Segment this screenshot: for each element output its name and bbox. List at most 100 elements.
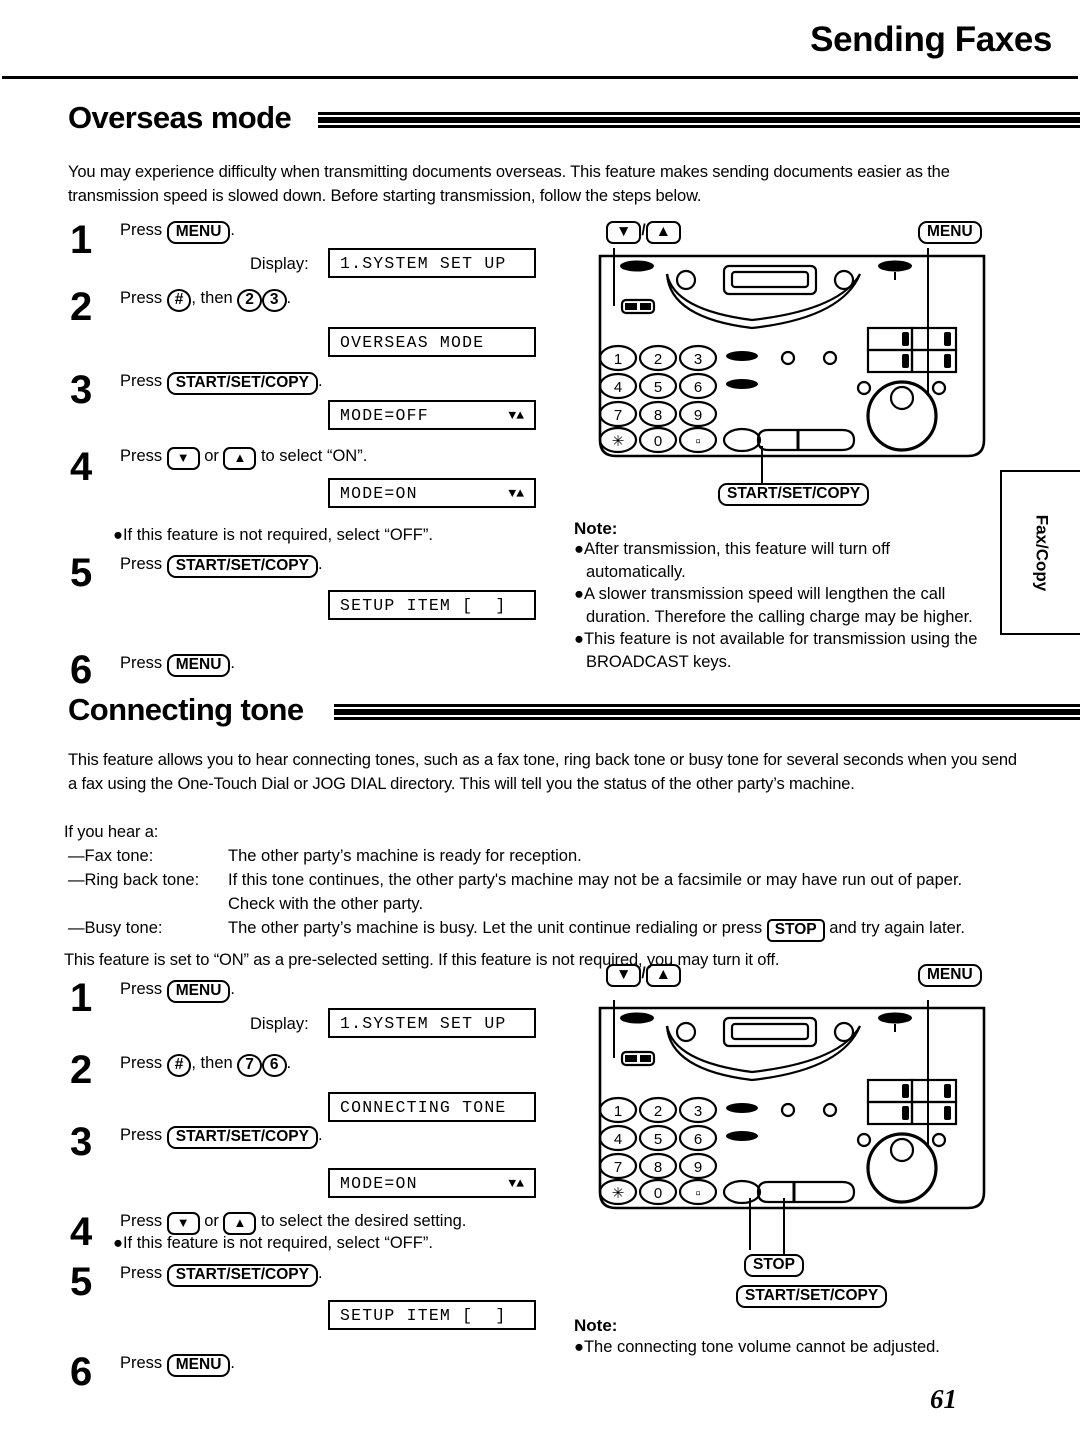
tone-label-fax: —Fax tone: <box>68 847 154 865</box>
step-text-3-connecting: Press START/SET/COPY. <box>120 1124 323 1149</box>
fax-machine-diagram-1: 1 2 3 4 5 6 7 8 9 ✳ 0 ▫ <box>598 248 986 484</box>
lcd-text-overseas-4: MODE=ON <box>340 483 418 503</box>
tone-desc-busy-a: The other party’s machine is busy. Let t… <box>228 919 767 937</box>
side-tab-fax-copy: Fax/Copy <box>1000 470 1080 635</box>
lcd-text-overseas-1: 1.SYSTEM SET UP <box>340 253 507 273</box>
start-set-copy-key-inline-5[interactable]: START/SET/COPY <box>166 555 318 578</box>
up-arrow-key-callout-1[interactable]: ▲ <box>645 221 681 244</box>
svg-text:5: 5 <box>654 1131 662 1148</box>
start-set-copy-key-inline-c5[interactable]: START/SET/COPY <box>166 1264 318 1287</box>
lcd-text-overseas-5: SETUP ITEM [ ] <box>340 595 507 615</box>
fax-machine-diagram-2: 1 2 3 4 5 6 7 8 9 ✳ 0 ▫ <box>598 1000 986 1255</box>
svg-text:9: 9 <box>694 1159 702 1176</box>
c-step-4-press-label: Press <box>120 1212 167 1230</box>
menu-key-inline-c6[interactable]: MENU <box>166 1354 231 1377</box>
tone-desc-ringback: If this tone continues, the other party'… <box>228 871 963 913</box>
step-2-press-label: Press <box>120 289 167 307</box>
svg-text:▫: ▫ <box>695 433 700 450</box>
tone-row-fax: —Fax tone: The other party’s machine is r… <box>68 844 1028 868</box>
lcd-display-overseas-3: MODE=OFF ▼▲ <box>328 400 536 430</box>
display-label-connecting: Display: <box>250 1015 309 1033</box>
lcd-arrows-overseas-4: ▼▲ <box>508 485 524 501</box>
lcd-text-connecting-3: MODE=ON <box>340 1173 418 1193</box>
lcd-arrows-connecting-3: ▼▲ <box>508 1175 524 1191</box>
down-arrow-key-inline-4[interactable]: ▼ <box>166 447 200 470</box>
c-step-5-press-label: Press <box>120 1264 167 1282</box>
up-arrow-key-inline-4[interactable]: ▲ <box>223 447 257 470</box>
page-number: 61 <box>930 1384 957 1414</box>
note-item-connecting-1: ●The connecting tone volume cannot be ad… <box>574 1338 940 1356</box>
connecting-off-bullet: ●If this feature is not required, select… <box>113 1234 433 1252</box>
step-5-period: . <box>317 555 323 573</box>
digit-key-7[interactable]: 7 <box>237 1054 262 1077</box>
svg-text:1: 1 <box>614 1103 622 1120</box>
note-list-connecting: ●The connecting tone volume cannot be ad… <box>574 1336 974 1359</box>
svg-text:8: 8 <box>654 1159 662 1176</box>
c-step-6-press-label: Press <box>120 1354 167 1372</box>
digit-key-2[interactable]: 2 <box>237 289 262 312</box>
lcd-arrows-overseas-3: ▼▲ <box>508 407 524 423</box>
start-set-copy-key-inline-3[interactable]: START/SET/COPY <box>166 372 318 395</box>
up-arrow-key-callout-2[interactable]: ▲ <box>645 964 681 987</box>
c-step-1-period: . <box>230 980 235 998</box>
lcd-text-connecting-1: 1.SYSTEM SET UP <box>340 1013 507 1033</box>
step-number-3-overseas: 3 <box>70 368 93 412</box>
step-number-6-connecting: 6 <box>70 1350 93 1394</box>
svg-text:0: 0 <box>654 1185 662 1202</box>
tone-row-busy: —Busy tone: The other party’s machine is … <box>68 916 1028 942</box>
c-step-1-press-label: Press <box>120 980 167 998</box>
down-arrow-key-callout-1[interactable]: ▼ <box>606 221 642 244</box>
lcd-display-overseas-1: 1.SYSTEM SET UP <box>328 248 536 278</box>
svg-text:0: 0 <box>654 433 662 450</box>
stop-key-inline[interactable]: STOP <box>766 919 825 942</box>
step-4-or-label: or <box>199 447 224 465</box>
note-title-connecting: Note: <box>574 1316 618 1335</box>
start-set-copy-key-callout-2[interactable]: START/SET/COPY <box>736 1285 888 1308</box>
hash-key-inline[interactable]: # <box>166 289 192 312</box>
section-title-overseas: Overseas mode <box>68 100 292 135</box>
lcd-text-overseas-3: MODE=OFF <box>340 405 429 425</box>
tone-row-ringback: —Ring back tone: If this tone continues, … <box>68 868 1028 916</box>
step-6-press-label: Press <box>120 654 167 672</box>
menu-key-callout-1[interactable]: MENU <box>918 221 982 244</box>
svg-text:6: 6 <box>694 1131 702 1148</box>
note-item-overseas-1: ●After transmission, this feature will t… <box>574 540 890 581</box>
step-1-period: . <box>230 221 235 239</box>
fax-keypad-1: 1 2 3 4 5 6 7 8 9 ✳ 0 ▫ <box>598 344 718 454</box>
lcd-display-overseas-5: SETUP ITEM [ ] <box>328 590 536 620</box>
stop-key-callout[interactable]: STOP <box>744 1254 804 1277</box>
menu-key-inline-c1[interactable]: MENU <box>166 980 231 1003</box>
menu-key-inline-1[interactable]: MENU <box>166 221 231 244</box>
digit-key-3[interactable]: 3 <box>261 289 287 312</box>
step-4-press-label: Press <box>120 447 167 465</box>
callout-menu-1: MENU <box>918 220 982 244</box>
step-number-6-overseas: 6 <box>70 648 93 692</box>
lcd-display-overseas-4: MODE=ON ▼▲ <box>328 478 536 508</box>
start-set-copy-key-inline-c3[interactable]: START/SET/COPY <box>166 1126 318 1149</box>
page-title: Sending Faxes <box>810 20 1052 59</box>
svg-text:9: 9 <box>694 407 702 424</box>
step-text-5-overseas: Press START/SET/COPY. <box>120 553 323 578</box>
svg-text:4: 4 <box>614 1131 622 1148</box>
display-label-overseas: Display: <box>250 255 309 273</box>
heading-rule-connecting <box>334 704 1080 722</box>
callout-arrow-keys-2: ▼ / ▲ <box>606 963 681 987</box>
menu-key-callout-2[interactable]: MENU <box>918 964 982 987</box>
step-number-2-connecting: 2 <box>70 1048 93 1092</box>
menu-key-inline-6[interactable]: MENU <box>166 654 231 677</box>
hash-key-inline-c[interactable]: # <box>166 1054 192 1077</box>
step-3-period: . <box>317 372 323 390</box>
down-arrow-key-callout-2[interactable]: ▼ <box>606 964 642 987</box>
section-heading-connecting: Connecting tone <box>68 692 1080 732</box>
step-number-5-overseas: 5 <box>70 551 93 595</box>
connecting-if-you-hear: If you hear a: <box>64 823 159 841</box>
svg-text:2: 2 <box>654 1103 662 1120</box>
svg-text:3: 3 <box>694 351 702 368</box>
digit-key-6[interactable]: 6 <box>261 1054 287 1077</box>
section-heading-overseas: Overseas mode <box>68 100 1080 140</box>
svg-text:8: 8 <box>654 407 662 424</box>
svg-text:▫: ▫ <box>695 1185 700 1202</box>
step-number-2-overseas: 2 <box>70 285 93 329</box>
step-text-1-connecting: Press MENU. <box>120 978 235 1003</box>
svg-text:5: 5 <box>654 379 662 396</box>
